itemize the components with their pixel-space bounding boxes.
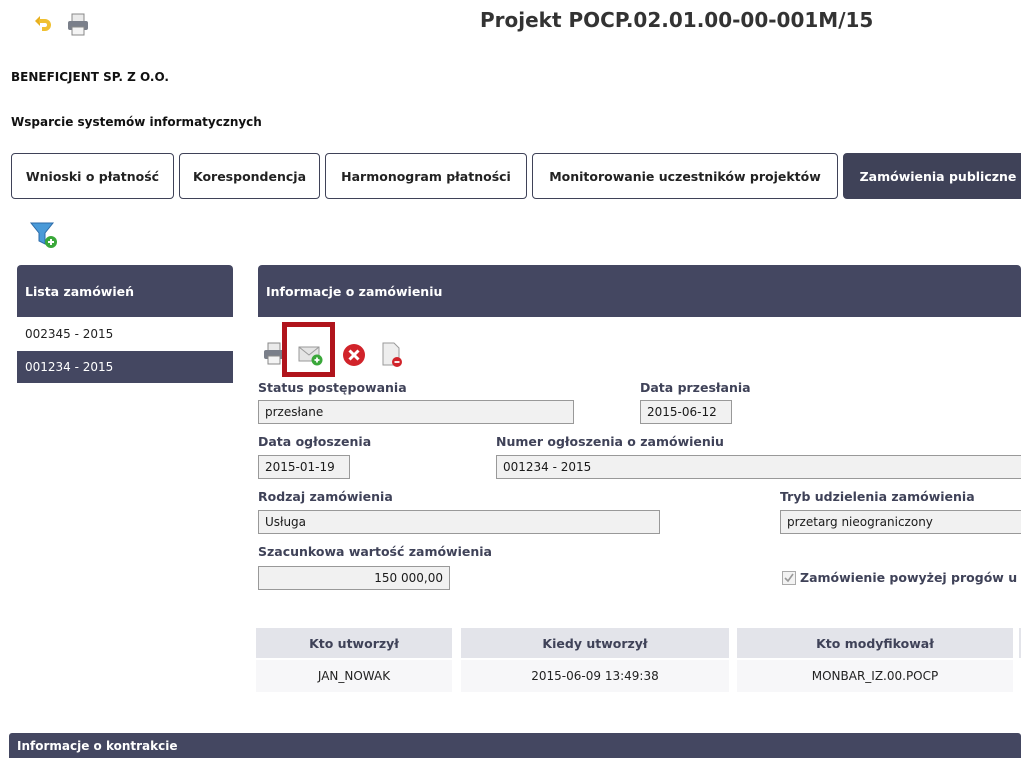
document-remove-icon[interactable] — [381, 342, 403, 368]
list-item-selected[interactable]: 001234 - 2015 — [17, 351, 233, 383]
delete-icon[interactable] — [342, 343, 366, 367]
status-field[interactable]: przesłane — [258, 400, 574, 424]
contract-info-header: Informacje o kontrakcie — [9, 733, 1021, 758]
back-arrow-icon[interactable] — [34, 12, 54, 34]
order-details-header: Informacje o zamówieniu — [258, 265, 1021, 317]
order-list-header: Lista zamówień — [17, 265, 233, 317]
send-mail-icon[interactable] — [298, 343, 324, 367]
award-mode-field[interactable]: przetarg nieograniczony — [780, 510, 1021, 534]
tab-korespondencja[interactable]: Korespondencja — [179, 153, 320, 199]
estimated-value-field[interactable]: 150 000,00 — [258, 566, 450, 590]
printer-icon[interactable] — [66, 13, 90, 37]
announce-number-label: Numer ogłoszenia o zamówieniu — [496, 434, 724, 449]
beneficiary-name: BENEFICJENT SP. Z O.O. — [11, 70, 169, 84]
created-at-header: Kiedy utworzył — [461, 628, 729, 658]
order-type-field[interactable]: Usługa — [258, 510, 660, 534]
list-item-label: 002345 - 2015 — [25, 327, 114, 341]
sent-date-label: Data przesłania — [640, 380, 751, 395]
tab-monitorowanie-uczestnikow[interactable]: Monitorowanie uczestników projektów — [532, 153, 838, 199]
created-by-header: Kto utworzył — [256, 628, 452, 658]
sent-date-field[interactable]: 2015-06-12 — [640, 400, 732, 424]
project-name: Wsparcie systemów informatycznych — [11, 115, 262, 129]
filter-add-icon[interactable] — [29, 220, 59, 250]
created-at-cell: 2015-06-09 13:49:38 — [461, 660, 729, 692]
order-list-title: Lista zamówień — [25, 283, 134, 299]
order-details-title: Informacje o zamówieniu — [266, 283, 443, 299]
tab-harmonogram-platnosci[interactable]: Harmonogram płatności — [325, 153, 527, 199]
order-type-label: Rodzaj zamówienia — [258, 489, 393, 504]
list-item[interactable]: 002345 - 2015 — [17, 318, 233, 350]
contract-info-title: Informacje o kontrakcie — [17, 738, 178, 753]
tab-zamowienia-publiczne[interactable]: Zamówienia publiczne — [843, 153, 1021, 199]
announce-date-label: Data ogłoszenia — [258, 434, 372, 449]
estimated-value-label: Szacunkowa wartość zamówienia — [258, 544, 492, 559]
award-mode-label: Tryb udzielenia zamówienia — [780, 489, 975, 504]
tab-wnioski-o-platnosc[interactable]: Wnioski o płatność — [11, 153, 174, 199]
announce-date-field[interactable]: 2015-01-19 — [258, 455, 350, 479]
modified-by-header: Kto modyfikował — [737, 628, 1013, 658]
created-by-cell: JAN_NOWAK — [256, 660, 452, 692]
modified-by-cell: MONBAR_IZ.00.POCP — [737, 660, 1013, 692]
list-item-label: 001234 - 2015 — [25, 360, 114, 374]
threshold-label: Zamówienie powyżej progów u — [800, 570, 1018, 585]
announce-number-field[interactable]: 001234 - 2015 — [496, 455, 1021, 479]
threshold-checkbox[interactable] — [782, 571, 796, 585]
status-label: Status postępowania — [258, 380, 407, 395]
project-title: Projekt POCP.02.01.00-00-001M/15 — [480, 8, 874, 32]
